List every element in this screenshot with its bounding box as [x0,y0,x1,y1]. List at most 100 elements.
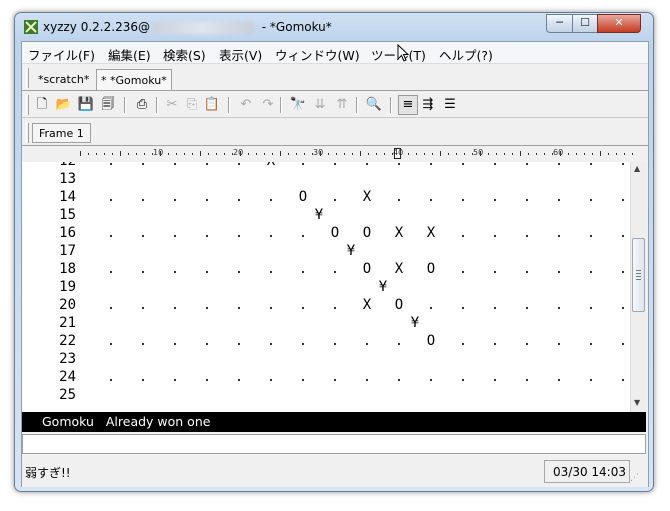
board-intersection[interactable] [526,343,528,345]
board-intersection[interactable] [142,163,144,165]
menu-item-0[interactable]: ファイル(F) [28,45,95,64]
board-intersection[interactable] [462,343,464,345]
board-intersection[interactable] [366,163,368,165]
board-intersection[interactable] [238,307,240,309]
cut-icon[interactable]: ✂ [162,95,182,115]
board-intersection[interactable] [302,379,304,381]
board-intersection[interactable] [142,271,144,273]
board-intersection[interactable] [494,379,496,381]
board-intersection[interactable] [526,199,528,201]
board-intersection[interactable] [206,379,208,381]
board-intersection[interactable] [302,307,304,309]
board-intersection[interactable] [174,343,176,345]
menu-item-1[interactable]: 編集(E) [108,45,151,64]
board-intersection[interactable] [558,235,560,237]
board-intersection[interactable] [206,307,208,309]
board-intersection[interactable] [494,307,496,309]
board-intersection[interactable] [558,307,560,309]
board-intersection[interactable] [622,379,624,381]
board-intersection[interactable] [110,307,112,309]
board-intersection[interactable] [430,307,432,309]
menu-item-3[interactable]: 表示(V) [219,45,262,64]
scroll-up-arrow-icon[interactable]: ▲ [634,164,640,173]
size-grip-icon[interactable]: ⋰ [630,471,644,485]
find-next-icon[interactable]: ⇊ [310,95,330,115]
board-intersection[interactable] [238,199,240,201]
board-intersection[interactable] [398,379,400,381]
board-intersection[interactable] [590,343,592,345]
board-intersection[interactable] [302,343,304,345]
open-folder-icon[interactable]: 📂 [54,95,74,115]
board-intersection[interactable] [558,343,560,345]
board-intersection[interactable] [622,199,624,201]
board-intersection[interactable] [366,379,368,381]
board-intersection[interactable] [110,199,112,201]
board-intersection[interactable] [462,307,464,309]
find-icon[interactable]: 🔭 [288,95,308,115]
board-intersection[interactable] [622,235,624,237]
board-intersection[interactable] [174,235,176,237]
scroll-thumb[interactable] [632,238,645,312]
board-intersection[interactable] [334,307,336,309]
board-intersection[interactable] [142,379,144,381]
board-intersection[interactable] [430,379,432,381]
board-intersection[interactable] [366,343,368,345]
board-intersection[interactable] [526,163,528,165]
board-intersection[interactable] [142,307,144,309]
find-prev-icon[interactable]: ⇈ [332,95,352,115]
board-intersection[interactable] [590,307,592,309]
board-intersection[interactable] [270,379,272,381]
board-intersection[interactable] [526,271,528,273]
redo-icon[interactable]: ↷ [258,95,278,115]
board-intersection[interactable] [110,235,112,237]
board-intersection[interactable] [494,163,496,165]
board-intersection[interactable] [334,379,336,381]
save-all-icon[interactable]: 🗐 [98,95,118,115]
tabbar-grip[interactable] [26,68,29,88]
board-intersection[interactable] [398,163,400,165]
grep-icon[interactable]: 🔍 [364,95,384,115]
board-intersection[interactable] [462,199,464,201]
menu-item-6[interactable]: ヘルプ(?) [439,45,493,64]
board-intersection[interactable] [302,163,304,165]
board-intersection[interactable] [238,379,240,381]
fold-icon[interactable]: ☰ [440,95,460,115]
board-intersection[interactable] [622,271,624,273]
vertical-scrollbar[interactable]: ▲ ▼ [630,162,646,412]
board-intersection[interactable] [238,343,240,345]
board-intersection[interactable] [142,343,144,345]
board-intersection[interactable] [174,199,176,201]
board-intersection[interactable] [590,379,592,381]
toolbar-grip[interactable] [26,95,29,115]
board-intersection[interactable] [398,343,400,345]
board-intersection[interactable] [110,163,112,165]
board-intersection[interactable] [558,271,560,273]
minimize-button[interactable]: ─ [546,14,573,33]
board-intersection[interactable] [590,199,592,201]
print-icon[interactable]: ⎙ [132,95,152,115]
board-intersection[interactable] [206,343,208,345]
maximize-button[interactable]: ☐ [572,14,598,33]
board-intersection[interactable] [110,379,112,381]
title-bar[interactable]: xyzzy 0.2.2.236@ - *Gomoku* ─ ☐ ✕ [15,13,653,41]
save-icon[interactable]: 💾 [76,95,96,115]
gomoku-board[interactable]: 12X1314OX15¥16OOXX17¥18OXO19¥20XO21¥22O2… [22,162,630,412]
board-intersection[interactable] [270,307,272,309]
line-numbers-icon[interactable]: ≡ [398,95,418,115]
xyzzy-app-icon[interactable] [23,19,39,35]
board-intersection[interactable] [462,235,464,237]
board-intersection[interactable] [494,199,496,201]
board-intersection[interactable] [558,163,560,165]
board-intersection[interactable] [398,199,400,201]
board-intersection[interactable] [206,199,208,201]
board-intersection[interactable] [206,271,208,273]
tab-gomoku[interactable]: * *Gomoku* [96,69,172,90]
tab-scratch[interactable]: *scratch* [34,69,93,90]
board-intersection[interactable] [238,235,240,237]
board-intersection[interactable] [142,199,144,201]
close-button[interactable]: ✕ [597,14,641,33]
paste-icon[interactable]: 📋 [202,95,222,115]
menu-item-4[interactable]: ウィンドウ(W) [275,45,360,64]
board-intersection[interactable] [238,271,240,273]
board-intersection[interactable] [270,235,272,237]
